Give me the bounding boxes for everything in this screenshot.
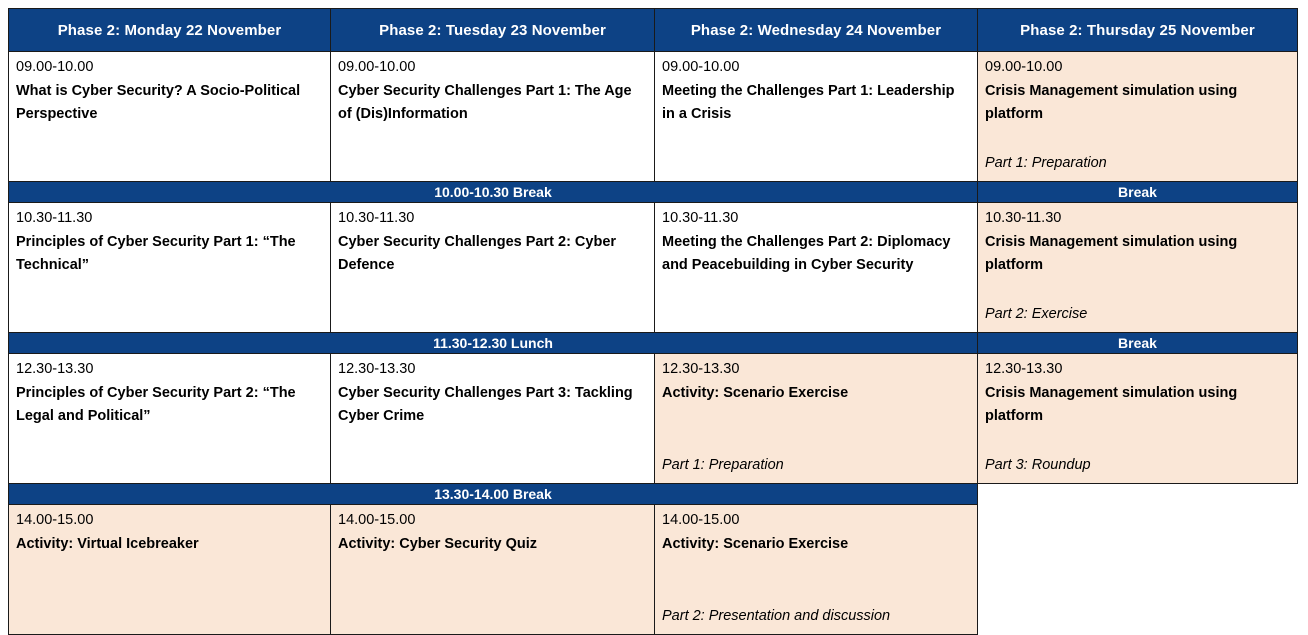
cell-spacer (338, 556, 647, 628)
session-cell-wednesday-1030[interactable]: 10.30-11.30 Meeting the Challenges Part … (654, 202, 978, 333)
session-title: Cyber Security Challenges Part 1: The Ag… (338, 82, 632, 123)
session-time: 10.30-11.30 (985, 210, 1062, 226)
session-time: 10.30-11.30 (16, 210, 93, 226)
cell-spacer (16, 556, 323, 628)
session-title: Cyber Security Challenges Part 2: Cyber … (338, 233, 617, 274)
break-row: 10.00-10.30 Break Break (8, 181, 1298, 203)
cell-spacer (16, 278, 323, 326)
cell-spacer (16, 429, 323, 477)
session-cell-tuesday-1230[interactable]: 12.30-13.30 Cyber Security Challenges Pa… (330, 353, 655, 484)
session-title: What is Cyber Security? A Socio-Politica… (16, 82, 301, 123)
cell-spacer (985, 278, 1290, 305)
session-title: Meeting the Challenges Part 2: Diplomacy… (662, 233, 951, 274)
break-row: 13.30-14.00 Break (8, 483, 1298, 505)
session-time: 09.00-10.00 (16, 59, 94, 75)
table-row: 09.00-10.00 What is Cyber Security? A So… (8, 51, 1298, 182)
session-title: Activity: Virtual Icebreaker (16, 535, 199, 552)
empty-cell-thursday-1400 (977, 504, 1298, 635)
empty-cell-thursday-1330 (977, 483, 1298, 505)
session-title: Activity: Cyber Security Quiz (338, 535, 538, 552)
session-time: 14.00-15.00 (338, 512, 416, 528)
session-cell-monday-1030[interactable]: 10.30-11.30 Principles of Cyber Security… (8, 202, 331, 333)
session-title: Crisis Management simulation using platf… (985, 82, 1238, 123)
cell-spacer (338, 278, 647, 326)
session-time: 12.30-13.30 (662, 361, 740, 377)
session-part-note: Part 1: Preparation (985, 155, 1107, 172)
break-row: 11.30-12.30 Lunch Break (8, 332, 1298, 354)
break-bar-main-1130: 11.30-12.30 Lunch (8, 332, 978, 354)
session-cell-wednesday-1400[interactable]: 14.00-15.00 Activity: Scenario Exercise … (654, 504, 978, 635)
session-cell-wednesday-0900[interactable]: 09.00-10.00 Meeting the Challenges Part … (654, 51, 978, 182)
session-part-note: Part 2: Exercise (985, 306, 1088, 323)
cell-spacer (338, 127, 647, 175)
column-header-wednesday: Phase 2: Wednesday 24 November (654, 8, 978, 52)
session-time: 10.30-11.30 (338, 210, 415, 226)
session-cell-monday-1400[interactable]: 14.00-15.00 Activity: Virtual Icebreaker (8, 504, 331, 635)
session-time: 12.30-13.30 (338, 361, 416, 377)
table-row: 12.30-13.30 Principles of Cyber Security… (8, 353, 1298, 484)
schedule-container: Phase 2: Monday 22 November Phase 2: Tue… (8, 8, 1298, 635)
session-title: Activity: Scenario Exercise (662, 384, 849, 401)
cell-spacer (338, 429, 647, 477)
session-title: Crisis Management simulation using platf… (985, 384, 1238, 425)
column-header-monday: Phase 2: Monday 22 November (8, 8, 331, 52)
session-part-note: Part 2: Presentation and discussion (662, 608, 891, 625)
column-header-thursday: Phase 2: Thursday 25 November (977, 8, 1298, 52)
cell-spacer (662, 127, 970, 175)
header-row: Phase 2: Monday 22 November Phase 2: Tue… (8, 8, 1298, 52)
cell-spacer (662, 556, 970, 606)
session-cell-thursday-1030[interactable]: 10.30-11.30 Crisis Management simulation… (977, 202, 1298, 333)
cell-spacer (16, 127, 323, 175)
session-title: Crisis Management simulation using platf… (985, 233, 1238, 274)
cell-spacer (662, 278, 970, 326)
session-cell-thursday-0900[interactable]: 09.00-10.00 Crisis Management simulation… (977, 51, 1298, 182)
session-title: Activity: Scenario Exercise (662, 535, 849, 552)
session-time: 12.30-13.30 (985, 361, 1063, 377)
session-time: 09.00-10.00 (662, 59, 740, 75)
session-cell-monday-0900[interactable]: 09.00-10.00 What is Cyber Security? A So… (8, 51, 331, 182)
session-title: Meeting the Challenges Part 1: Leadershi… (662, 82, 955, 123)
session-part-note: Part 1: Preparation (662, 457, 784, 474)
table-row: 10.30-11.30 Principles of Cyber Security… (8, 202, 1298, 333)
session-cell-tuesday-1400[interactable]: 14.00-15.00 Activity: Cyber Security Qui… (330, 504, 655, 635)
session-cell-thursday-1230[interactable]: 12.30-13.30 Crisis Management simulation… (977, 353, 1298, 484)
break-bar-main-1000: 10.00-10.30 Break (8, 181, 978, 203)
session-cell-monday-1230[interactable]: 12.30-13.30 Principles of Cyber Security… (8, 353, 331, 484)
break-bar-thursday-1000: Break (977, 181, 1298, 203)
session-cell-tuesday-1030[interactable]: 10.30-11.30 Cyber Security Challenges Pa… (330, 202, 655, 333)
session-time: 10.30-11.30 (662, 210, 739, 226)
break-bar-thursday-1130: Break (977, 332, 1298, 354)
session-title: Principles of Cyber Security Part 2: “Th… (16, 384, 296, 425)
session-title: Cyber Security Challenges Part 3: Tackli… (338, 384, 633, 425)
cell-spacer (985, 127, 1290, 154)
table-row: 14.00-15.00 Activity: Virtual Icebreaker… (8, 504, 1298, 635)
column-header-tuesday: Phase 2: Tuesday 23 November (330, 8, 655, 52)
session-time: 09.00-10.00 (985, 59, 1063, 75)
session-time: 12.30-13.30 (16, 361, 94, 377)
cell-spacer (985, 429, 1290, 456)
cell-spacer (662, 405, 970, 455)
session-part-note: Part 3: Roundup (985, 457, 1091, 474)
session-time: 14.00-15.00 (662, 512, 740, 528)
session-title: Principles of Cyber Security Part 1: “Th… (16, 233, 296, 274)
session-cell-tuesday-0900[interactable]: 09.00-10.00 Cyber Security Challenges Pa… (330, 51, 655, 182)
session-time: 09.00-10.00 (338, 59, 416, 75)
weekly-schedule-table: Phase 2: Monday 22 November Phase 2: Tue… (8, 8, 1298, 635)
session-cell-wednesday-1230[interactable]: 12.30-13.30 Activity: Scenario Exercise … (654, 353, 978, 484)
break-bar-main-1330: 13.30-14.00 Break (8, 483, 978, 505)
session-time: 14.00-15.00 (16, 512, 94, 528)
